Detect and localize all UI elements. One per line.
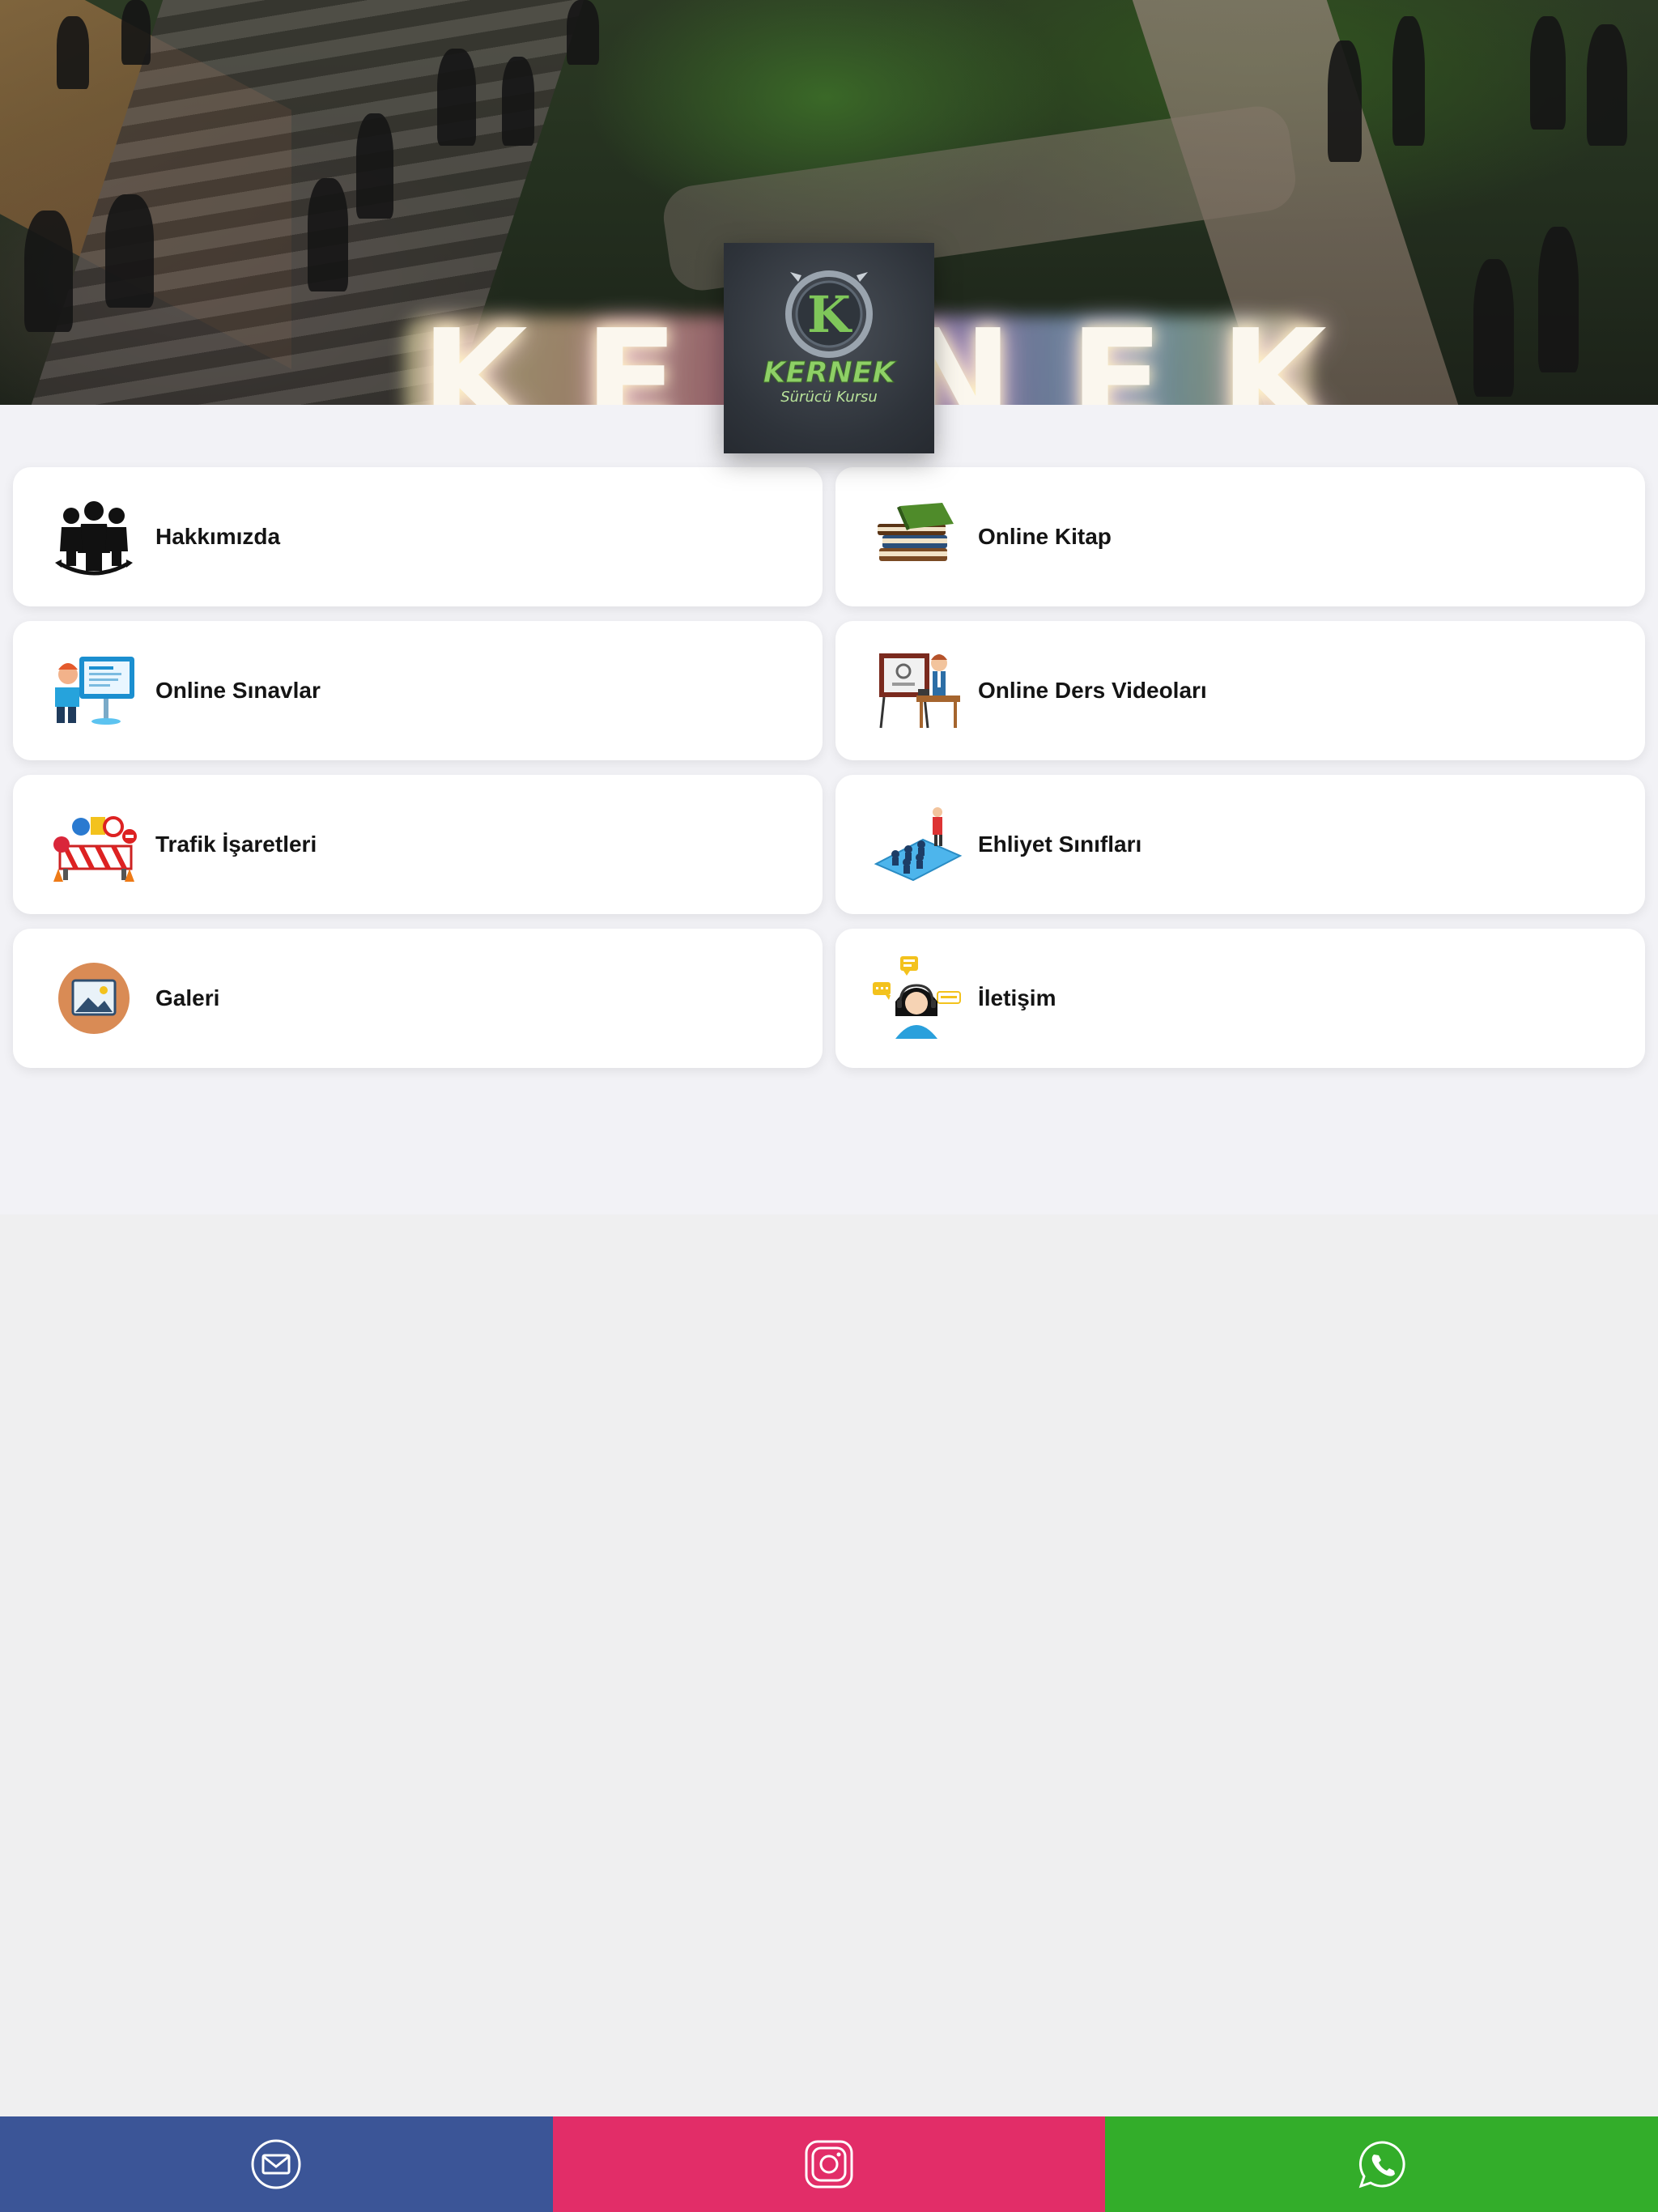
hero-person xyxy=(567,0,599,65)
contact-support-icon xyxy=(868,950,965,1047)
menu-item-label: İletişim xyxy=(978,985,1056,1010)
logo-brand-text: KERNEK xyxy=(763,356,898,389)
menu-item-contact[interactable]: İletişim xyxy=(835,929,1645,1068)
instagram-icon xyxy=(805,2140,853,2189)
bottom-contact-bar xyxy=(0,2116,1658,2212)
hero-person xyxy=(1587,24,1627,146)
mail-button[interactable] xyxy=(0,2116,553,2212)
kernek-logo-graphic: K KERNEK Sürücü Kursu xyxy=(763,270,898,406)
hero-person xyxy=(24,211,73,332)
hero-person xyxy=(356,113,393,219)
hero-person xyxy=(1392,16,1425,146)
hero-person xyxy=(437,49,476,146)
hero-person xyxy=(1328,40,1362,162)
menu-item-traffic-signs[interactable]: Trafik İşaretleri xyxy=(13,775,823,914)
classroom-icon xyxy=(868,796,965,893)
menu-item-license-classes[interactable]: Ehliyet Sınıfları xyxy=(835,775,1645,914)
hero-person xyxy=(1530,16,1566,130)
logo-subtitle-text: Sürücü Kursu xyxy=(780,389,878,406)
hero-person xyxy=(1538,227,1579,372)
hero-person xyxy=(57,16,89,89)
whatsapp-button[interactable] xyxy=(1105,2116,1658,2212)
hero-person xyxy=(121,0,151,65)
hero-person xyxy=(105,194,154,308)
hero-person xyxy=(502,57,534,146)
hero-person xyxy=(1473,259,1514,397)
books-icon xyxy=(868,488,965,585)
mail-icon xyxy=(251,2139,301,2189)
menu-item-label: Trafik İşaretleri xyxy=(155,832,317,857)
whatsapp-icon xyxy=(1358,2141,1405,2189)
menu-item-label: Online Ders Videoları xyxy=(978,678,1207,703)
gallery-icon xyxy=(45,950,142,1047)
hero-person xyxy=(308,178,348,291)
traffic-signs-icon xyxy=(45,796,142,893)
online-exam-icon xyxy=(45,642,142,739)
menu-item-about[interactable]: Hakkımızda xyxy=(13,467,823,606)
menu-item-label: Hakkımızda xyxy=(155,524,281,549)
menu-item-label: Galeri xyxy=(155,985,220,1010)
kernek-logo[interactable]: K KERNEK Sürücü Kursu xyxy=(724,243,934,453)
instagram-button[interactable] xyxy=(552,2116,1106,2212)
menu-item-gallery[interactable]: Galeri xyxy=(13,929,823,1068)
menu-item-online-videos[interactable]: Online Ders Videoları xyxy=(835,621,1645,760)
svg-text:K: K xyxy=(807,285,852,344)
menu-item-online-book[interactable]: Online Kitap xyxy=(835,467,1645,606)
menu-item-online-exams[interactable]: Online Sınavlar xyxy=(13,621,823,760)
teacher-video-icon xyxy=(868,642,965,739)
menu-item-label: Ehliyet Sınıfları xyxy=(978,832,1142,857)
team-icon xyxy=(45,488,142,585)
menu-item-label: Online Sınavlar xyxy=(155,678,321,703)
menu-item-label: Online Kitap xyxy=(978,524,1112,549)
